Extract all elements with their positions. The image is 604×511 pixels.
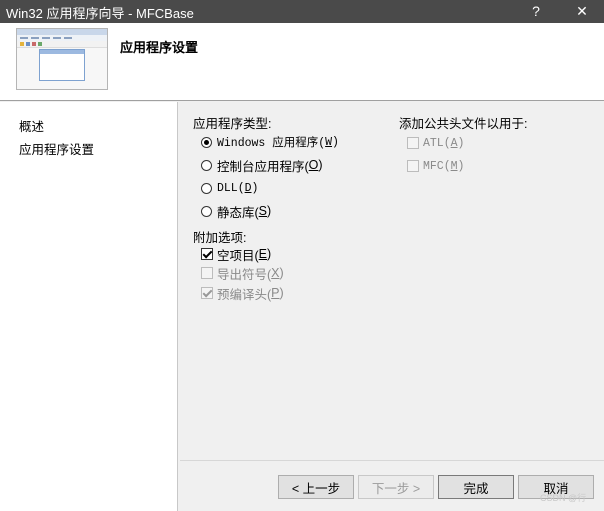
nav-item-overview[interactable]: 概述 — [19, 116, 44, 135]
checkbox-checked-icon — [201, 248, 213, 260]
app-window-preview-icon — [16, 28, 108, 90]
radio-selected-icon — [201, 136, 212, 148]
wizard-nav-panel: 概述 应用程序设置 — [0, 102, 178, 511]
title-bar: Win32 应用程序向导 - MFCBase ? ✕ — [0, 0, 604, 23]
checkbox-atl[interactable]: ATL(A) — [407, 134, 464, 152]
checkbox-mfc[interactable]: MFC(M) — [407, 157, 464, 175]
help-button[interactable]: ? — [516, 0, 556, 23]
radio-dll[interactable]: DLL(D) — [201, 179, 258, 197]
checkbox-precompiled-header[interactable]: 预编译头(P) — [201, 284, 284, 302]
footer-divider — [180, 460, 604, 461]
checkbox-unchecked-icon — [407, 137, 419, 149]
extra-options-label: 附加选项: — [193, 231, 247, 245]
checkbox-unchecked-icon — [407, 160, 419, 172]
common-headers-label: 添加公共头文件以用于: — [399, 117, 528, 131]
checkbox-empty-project[interactable]: 空项目(E) — [201, 245, 271, 263]
finish-button[interactable]: 完成 — [438, 475, 514, 499]
checkbox-export-symbols[interactable]: 导出符号(X) — [201, 264, 284, 282]
radio-static-lib[interactable]: 静态库(S) — [201, 202, 271, 220]
radio-windows-app[interactable]: Windows 应用程序(W) — [201, 133, 339, 151]
radio-unselected-icon — [201, 159, 212, 171]
nav-item-app-settings[interactable]: 应用程序设置 — [19, 139, 94, 158]
radio-console-app[interactable]: 控制台应用程序(O) — [201, 156, 323, 174]
next-button[interactable]: 下一步 > — [358, 475, 434, 499]
watermark-text: CSDN @行 — [540, 493, 587, 503]
wizard-header: 应用程序设置 — [0, 23, 604, 101]
page-title: 应用程序设置 — [120, 40, 199, 55]
checkbox-unchecked-icon — [201, 267, 213, 279]
close-button[interactable]: ✕ — [562, 0, 602, 23]
radio-unselected-icon — [201, 182, 212, 194]
radio-unselected-icon — [201, 205, 212, 217]
app-type-label: 应用程序类型: — [193, 117, 272, 131]
prev-button[interactable]: < 上一步 — [278, 475, 354, 499]
window-title: Win32 应用程序向导 - MFCBase — [6, 6, 194, 21]
checkbox-checked-icon — [201, 287, 213, 299]
